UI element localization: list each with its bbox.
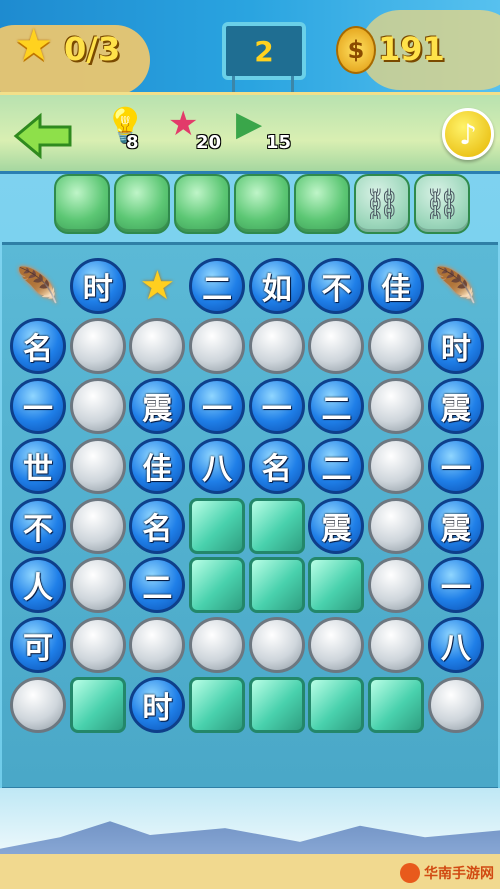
answer-slot[interactable] [294,174,350,234]
jade-block-tile[interactable] [368,677,425,734]
blank-bubble-tile[interactable] [129,317,186,374]
character-tile[interactable]: 佳 [368,258,425,314]
character-tile[interactable]: 震 [308,497,365,554]
character-tile[interactable]: 不 [308,258,365,314]
star-item-icon[interactable]: ★ [129,258,185,314]
answer-slot[interactable] [54,174,110,234]
character-tile[interactable]: 一 [189,377,246,434]
back-arrow-icon[interactable] [12,112,74,160]
character-tile[interactable]: 八 [189,437,246,494]
coin-icon: $ [336,26,376,74]
character-tile[interactable]: 二 [129,557,186,614]
goal-progress: 0/3 [64,30,121,68]
blank-bubble-tile[interactable] [248,317,305,374]
watermark: 华南手游网 [400,863,494,883]
watermark-text: 华南手游网 [424,866,494,882]
jade-block-tile[interactable] [308,557,365,614]
blank-bubble-tile[interactable] [189,317,246,374]
jade-block-tile[interactable] [248,557,305,614]
character-tile[interactable]: 名 [10,317,66,374]
blank-bubble-tile[interactable] [69,437,126,494]
feather-item-icon[interactable]: 🪶 [10,258,66,314]
character-tile[interactable]: 可 [10,617,66,674]
character-tile[interactable]: 一 [10,377,66,434]
character-tile[interactable]: 震 [427,377,484,434]
star-icon: ★ [14,20,54,71]
character-tile[interactable]: 不 [10,497,66,554]
triangle-powerup-count: 15 [266,132,292,153]
character-tile[interactable]: 一 [427,437,484,494]
character-tile[interactable]: 佳 [129,437,186,494]
music-button[interactable]: ♪ [442,108,494,160]
jade-block-tile[interactable] [248,677,305,734]
blank-bubble-tile[interactable] [368,317,425,374]
blank-bubble-tile[interactable] [308,317,365,374]
answer-slot[interactable] [114,174,170,234]
blank-bubble-tile[interactable] [10,677,66,734]
star-powerup-count: 20 [196,132,222,153]
coin-count: 191 [378,30,445,68]
blank-bubble-tile[interactable] [368,377,425,434]
locked-answer-slot[interactable]: ⛓ [414,174,470,234]
character-tile[interactable]: 二 [308,437,365,494]
watermark-logo-icon [400,863,420,883]
blank-bubble-tile[interactable] [248,617,305,674]
hint-count: 8 [126,132,139,153]
feather-item-icon[interactable]: 🪶 [428,258,484,314]
blank-bubble-tile[interactable] [368,617,425,674]
jade-block-tile[interactable] [189,677,246,734]
character-tile[interactable]: 一 [248,377,305,434]
blank-bubble-tile[interactable] [308,617,365,674]
chain-lock-icon: ⛓ [422,186,462,222]
answer-slot[interactable] [174,174,230,234]
character-tile[interactable]: 震 [427,497,484,554]
jade-block-tile[interactable] [189,497,246,554]
character-tile[interactable]: 名 [129,497,186,554]
tile-grid: 🪶 时 ★ 二如不佳 🪶 名时一震一一二震世佳八名二一不名震震人二一可八时 [10,258,486,735]
blank-bubble-tile[interactable] [69,497,126,554]
blank-bubble-tile[interactable] [129,617,186,674]
blank-bubble-tile[interactable] [368,437,425,494]
character-tile[interactable]: 二 [189,258,246,314]
character-tile[interactable]: 如 [248,258,305,314]
character-tile[interactable]: 人 [10,557,66,614]
star-powerup-icon[interactable]: ★ [168,104,198,144]
character-tile[interactable]: 一 [427,557,484,614]
character-tile[interactable]: 时 [69,258,126,314]
blank-bubble-tile[interactable] [69,617,126,674]
answer-slots: ⛓ ⛓ [54,174,470,234]
blank-bubble-tile[interactable] [368,557,425,614]
answer-slot[interactable] [234,174,290,234]
locked-answer-slot[interactable]: ⛓ [354,174,410,234]
triangle-powerup-icon[interactable]: ▶ [236,104,262,144]
jade-block-tile[interactable] [189,557,246,614]
blank-bubble-tile[interactable] [189,617,246,674]
character-tile[interactable]: 时 [129,677,186,734]
blank-bubble-tile[interactable] [427,677,484,734]
jade-block-tile[interactable] [248,497,305,554]
blank-bubble-tile[interactable] [69,317,126,374]
character-tile[interactable]: 时 [427,317,484,374]
character-tile[interactable]: 名 [248,437,305,494]
jade-block-tile[interactable] [69,677,126,734]
character-tile[interactable]: 震 [129,377,186,434]
character-tile[interactable]: 世 [10,437,66,494]
character-tile[interactable]: 二 [308,377,365,434]
jade-block-tile[interactable] [308,677,365,734]
blank-bubble-tile[interactable] [69,377,126,434]
level-sign: 2 [222,22,306,80]
blank-bubble-tile[interactable] [368,497,425,554]
character-tile[interactable]: 八 [427,617,484,674]
blank-bubble-tile[interactable] [69,557,126,614]
chain-lock-icon: ⛓ [362,186,402,222]
